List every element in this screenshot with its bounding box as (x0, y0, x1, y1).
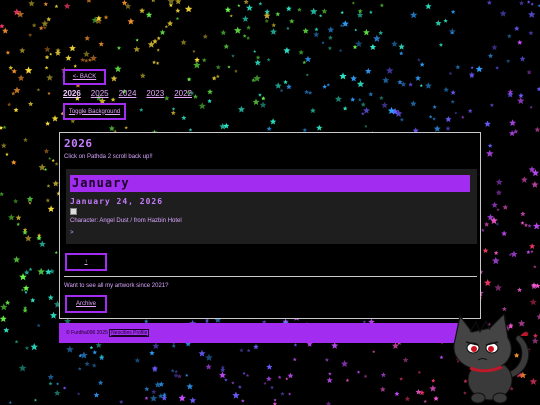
archive-prompt: Want to see all my artwork since 2021? (64, 283, 169, 289)
expand-arrow[interactable]: > (70, 230, 74, 236)
year-link-2022[interactable]: 2022 (174, 89, 192, 99)
year-link-2024[interactable]: 2024 (119, 89, 137, 99)
month-heading: January (72, 176, 130, 190)
scroll-up-button[interactable]: ↑ (65, 253, 107, 271)
year-nav: 2026 2025 2024 2023 2022 (63, 89, 192, 99)
year-link-2023[interactable]: 2023 (146, 89, 164, 99)
entry-date: January 24, 2026 (70, 197, 164, 206)
broken-image-icon[interactable] (70, 208, 77, 215)
year-link-2025[interactable]: 2025 (91, 89, 109, 99)
archive-button[interactable]: Archive (65, 295, 107, 313)
toggle-background-button[interactable]: Toggle Background (63, 103, 126, 120)
footer-text: © Furdha096 2025 Neocities Profile (66, 329, 150, 337)
month-section: January January 24, 2026 Character: Ange… (66, 169, 477, 244)
neocities-profile-link[interactable]: Neocities Profile (109, 329, 150, 337)
back-button[interactable]: <- BACK (63, 69, 106, 85)
year-heading: 2026 (64, 137, 93, 150)
copyright-text: © Furdha096 2025 (66, 330, 108, 336)
month-header-bar: January (70, 175, 470, 192)
year-link-2026[interactable]: 2026 (63, 89, 81, 99)
character-caption: Character: Angel Dust / from Hazbin Hote… (70, 218, 182, 224)
divider (64, 276, 477, 277)
cat-mascot-icon (453, 312, 530, 404)
scroll-note: Click on Pathda 2 scroll back up!! (64, 154, 153, 160)
gallery-panel: 2026 Click on Pathda 2 scroll back up!! … (59, 132, 481, 319)
footer: © Furdha096 2025 Neocities Profile (59, 323, 462, 343)
